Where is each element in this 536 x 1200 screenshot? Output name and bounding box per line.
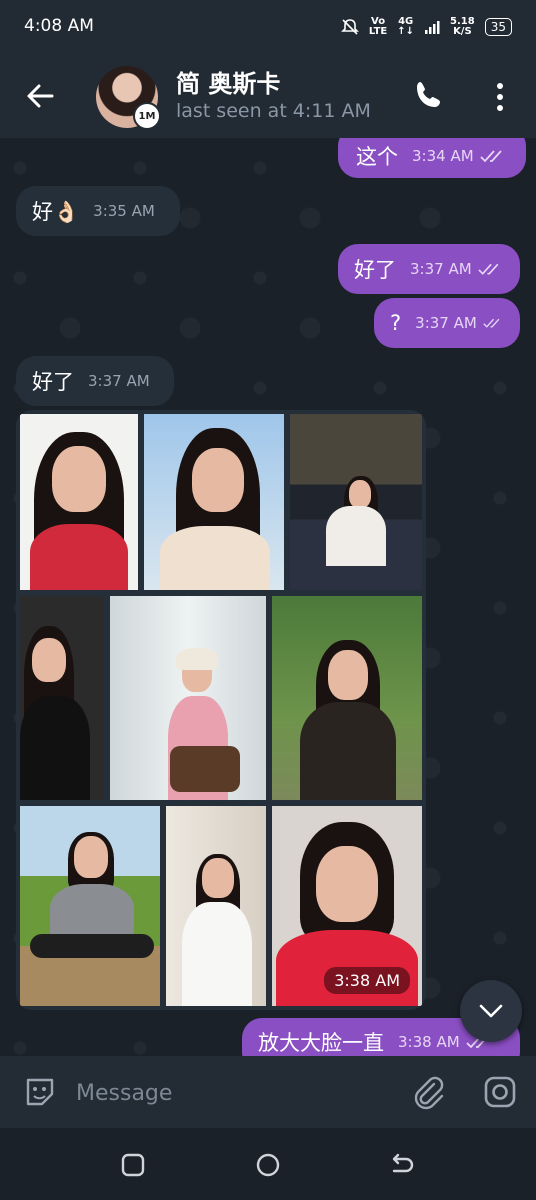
status-icons: Vo LTE 4G ↑↓ 5.18 K/S 35 (340, 14, 512, 40)
message-bubble-out[interactable]: 好了 3:37 AM (338, 244, 520, 294)
net-speed: 5.18 K/S (450, 17, 475, 37)
status-bar: 4:08 AM Vo LTE 4G ↑↓ 5.18 K/S 35 (0, 0, 536, 54)
message-time: 3:37 AM (88, 372, 150, 390)
more-vert-icon[interactable] (488, 80, 512, 114)
chat-header: 1M 简 奥斯卡 last seen at 4:11 AM (0, 54, 536, 138)
double-check-icon (477, 263, 499, 275)
message-text: ? (390, 311, 402, 335)
phone-icon[interactable] (412, 78, 446, 112)
message-bubble-in[interactable]: 好了 3:37 AM (16, 356, 174, 406)
volte-lte: LTE (368, 26, 388, 37)
message-text: 好👌🏻 (32, 200, 80, 224)
message-time: 3:34 AM (412, 147, 474, 165)
message-bubble-in[interactable]: 好👌🏻 3:35 AM (16, 186, 180, 236)
album-photo[interactable] (144, 414, 284, 590)
message-bubble-out[interactable]: ? 3:37 AM (374, 298, 520, 348)
photo-album[interactable]: 3:38 AM (16, 410, 426, 1010)
chevron-down-icon (479, 1004, 503, 1018)
mute-bell-icon (340, 19, 359, 35)
message-bubble-out[interactable]: 这个 3:34 AM (338, 138, 526, 178)
message-time: 3:37 AM (415, 314, 477, 332)
album-photo[interactable] (20, 414, 138, 590)
album-photo[interactable] (272, 596, 422, 800)
home-icon[interactable] (253, 1150, 283, 1180)
volte-indicator: Vo LTE (369, 17, 387, 37)
album-photo[interactable] (20, 806, 160, 1006)
message-text: 这个 (356, 145, 398, 169)
double-check-icon (480, 150, 502, 163)
status-time: 4:08 AM (24, 16, 94, 36)
recents-icon[interactable] (118, 1150, 148, 1180)
system-nav-bar (0, 1128, 536, 1200)
message-composer (0, 1056, 536, 1128)
album-photo[interactable] (290, 414, 422, 590)
sticker-icon[interactable] (22, 1074, 58, 1110)
back-arrow-icon[interactable] (22, 78, 58, 114)
battery-indicator: 35 (484, 18, 512, 36)
avatar-badge: 1M (133, 102, 161, 130)
chat-messages[interactable]: 这个 3:34 AM 好👌🏻 3:35 AM 好了 3:37 AM ? 3:37… (0, 138, 536, 1056)
scroll-down-button[interactable] (460, 980, 522, 1042)
message-time: 3:37 AM (410, 260, 472, 278)
message-input[interactable] (74, 1074, 398, 1112)
message-time: 3:35 AM (93, 202, 155, 220)
double-check-icon (483, 318, 500, 328)
message-text: 好了 (32, 370, 74, 394)
back-nav-icon[interactable] (386, 1150, 416, 1180)
contact-status: last seen at 4:11 AM (176, 100, 371, 122)
message-time: 3:38 AM (398, 1033, 460, 1051)
album-photo[interactable] (166, 806, 266, 1006)
album-time: 3:38 AM (324, 967, 410, 994)
signal-icon (425, 21, 440, 34)
message-text: 好了 (354, 258, 396, 282)
camera-icon[interactable] (482, 1074, 518, 1110)
contact-name[interactable]: 简 奥斯卡 (176, 64, 280, 99)
message-text: 放大大脸一直 (258, 1031, 384, 1055)
attach-icon[interactable] (410, 1074, 446, 1110)
album-photo[interactable] (20, 596, 104, 800)
network-4g: 4G ↑↓ (397, 16, 415, 37)
net-speed-unit: K/S (453, 26, 472, 37)
album-photo[interactable] (110, 596, 266, 800)
